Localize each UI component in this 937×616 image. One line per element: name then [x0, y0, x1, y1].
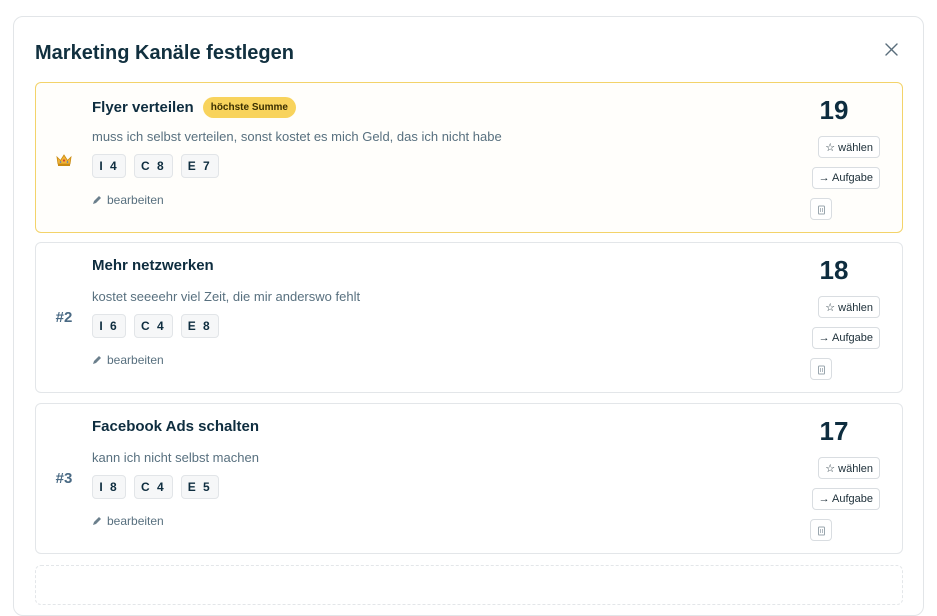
to-task-button[interactable]: → Aufgabe: [811, 488, 880, 510]
score-chips: I 4 C 8 E 7: [92, 154, 219, 178]
ease-chip: E 8: [180, 314, 219, 338]
card-description: kostet seeeehr viel Zeit, die mir anders…: [92, 289, 361, 304]
delete-button[interactable]: [810, 358, 832, 380]
rank-label: #2: [55, 309, 73, 326]
impact-chip: I 8: [92, 475, 126, 499]
close-button[interactable]: [881, 39, 901, 59]
score-chips: I 8 C 4 E 5: [92, 475, 219, 499]
score-chips: I 6 C 4 E 8: [92, 314, 219, 338]
total-score: 18: [819, 255, 849, 285]
marketing-channels-modal: Marketing Kanäle festlegen Flyer verteil…: [13, 16, 924, 616]
crown-icon: [55, 153, 73, 172]
ease-chip: E 7: [180, 154, 219, 178]
confidence-chip: C 4: [134, 314, 173, 338]
card-title: Facebook Ads schalten: [92, 418, 259, 435]
to-task-button[interactable]: → Aufgabe: [811, 167, 880, 189]
trash-icon: [817, 526, 825, 535]
close-icon: [884, 42, 898, 56]
impact-chip: I 4: [92, 154, 126, 178]
edit-link[interactable]: bearbeiten: [92, 514, 164, 528]
total-score: 19: [819, 95, 849, 125]
highest-sum-badge: höchste Summe: [202, 97, 296, 118]
edit-label: bearbeiten: [107, 193, 164, 207]
edit-link[interactable]: bearbeiten: [92, 353, 164, 367]
confidence-chip: C 4: [134, 475, 173, 499]
delete-button[interactable]: [810, 519, 832, 541]
impact-chip: I 6: [92, 314, 126, 338]
channel-card-partial: [35, 565, 903, 605]
pencil-icon: [93, 517, 101, 525]
modal-title: Marketing Kanäle festlegen: [35, 42, 294, 64]
channel-card: Flyer verteilen höchste Summe muss ich s…: [35, 82, 903, 233]
select-button[interactable]: ☆ wählen: [818, 296, 880, 318]
confidence-chip: C 8: [134, 154, 173, 178]
card-description: kann ich nicht selbst machen: [92, 450, 259, 465]
to-task-button[interactable]: → Aufgabe: [811, 327, 880, 349]
card-description: muss ich selbst verteilen, sonst kostet …: [92, 129, 502, 144]
edit-label: bearbeiten: [107, 353, 164, 367]
select-button[interactable]: ☆ wählen: [818, 457, 880, 479]
channel-card: #3 Facebook Ads schalten kann ich nicht …: [35, 403, 903, 554]
rank-label: #3: [55, 470, 73, 487]
pencil-icon: [93, 196, 101, 204]
pencil-icon: [93, 356, 101, 364]
trash-icon: [817, 365, 825, 374]
channel-card: #2 Mehr netzwerken kostet seeeehr viel Z…: [35, 242, 903, 393]
select-button[interactable]: ☆ wählen: [818, 136, 880, 158]
ease-chip: E 5: [180, 475, 219, 499]
card-title: Mehr netzwerken: [92, 257, 214, 274]
total-score: 17: [819, 416, 849, 446]
edit-link[interactable]: bearbeiten: [92, 193, 164, 207]
card-title: Flyer verteilen: [92, 99, 194, 116]
edit-label: bearbeiten: [107, 514, 164, 528]
trash-icon: [817, 205, 825, 214]
delete-button[interactable]: [810, 198, 832, 220]
